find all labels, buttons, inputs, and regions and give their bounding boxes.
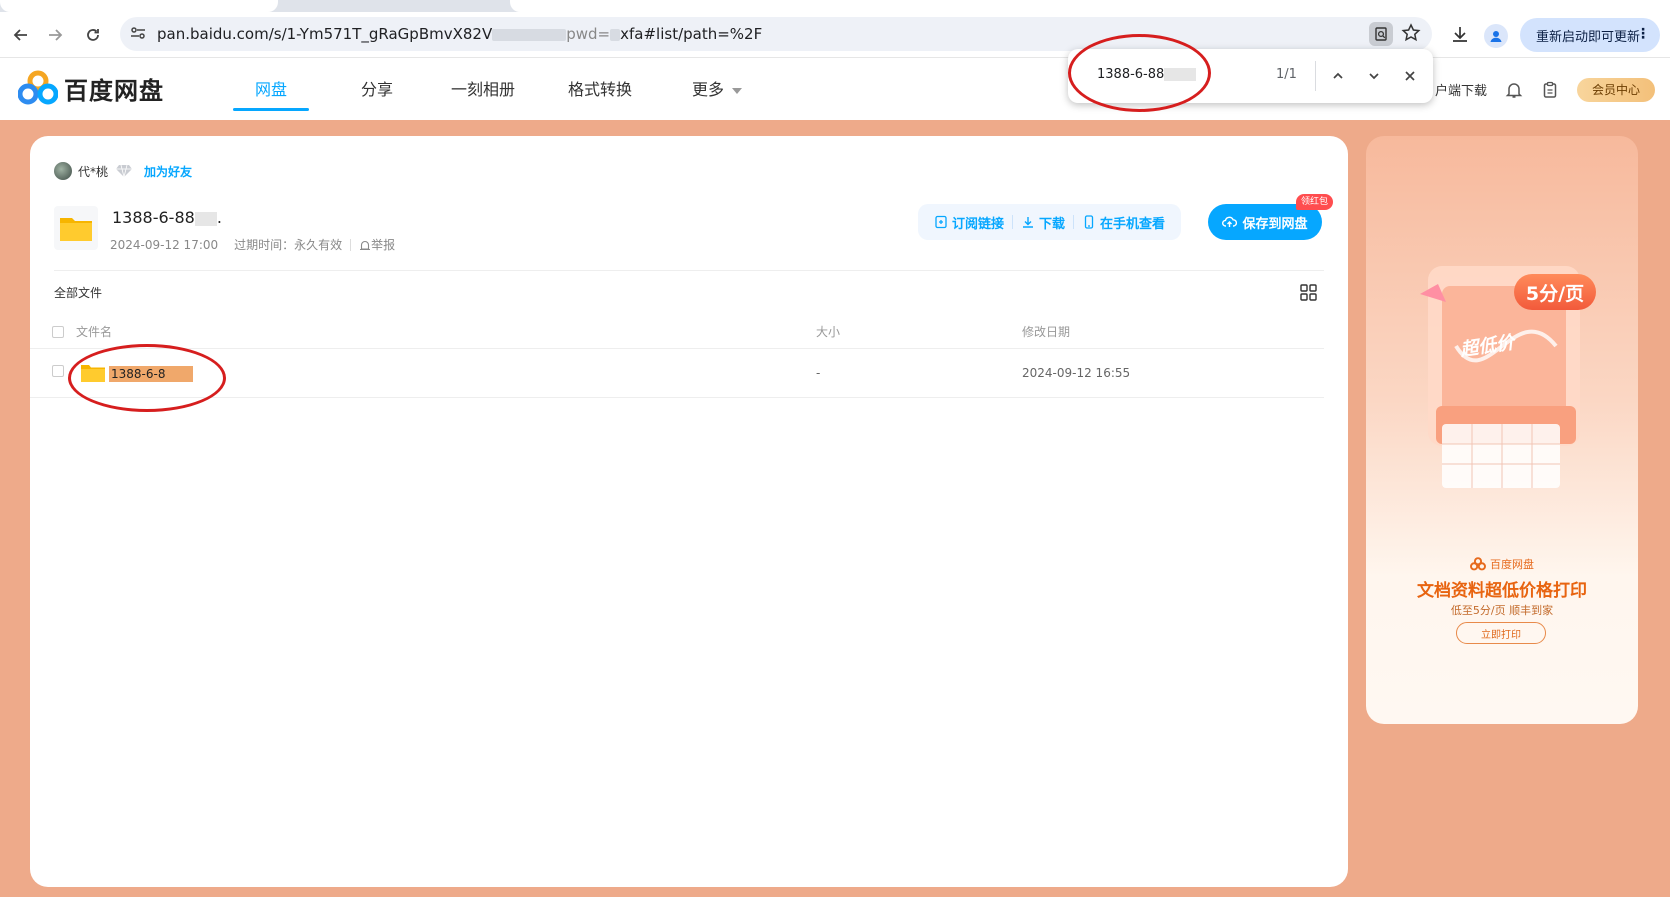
forward-button[interactable] [40,20,70,50]
select-all-checkbox[interactable] [52,326,64,338]
breadcrumb[interactable]: 全部文件 [54,284,102,301]
nav-item-share[interactable]: 分享 [319,58,435,121]
print-ad-banner[interactable]: 5分/页 超低价 百度网盘 文档资料超低价格打印 低至5分/页 顺丰到家 立即打… [1366,136,1638,724]
owner-name: 代*桃 [78,164,109,179]
file-size: - [816,366,821,380]
avatar[interactable] [54,162,72,180]
close-icon [1405,71,1415,81]
folder-icon [54,206,98,250]
find-previous-button[interactable] [1327,65,1349,87]
cloud-logo-icon [1470,557,1486,571]
print-now-button[interactable]: 立即打印 [1456,622,1546,644]
alarm-icon [360,240,371,250]
share-owner: 代*桃 加为好友 [54,162,192,180]
cloud-upload-icon [1222,216,1238,227]
header-right: 户端下载 会员中心 [1435,58,1656,121]
tab-strip [0,0,1670,12]
more-vert-icon[interactable]: ⋮ [1636,26,1650,42]
phone-icon [1084,215,1094,229]
ad-brand: 百度网盘 [1366,556,1638,572]
find-in-page-indicator[interactable] [1369,22,1393,46]
cloud-logo-icon [18,70,58,105]
column-header-size[interactable]: 大小 [816,323,840,340]
browser-tab[interactable] [0,0,278,12]
address-bar[interactable]: pan.baidu.com/s/1-Ym571T_gRaGpBmvX82V pwd… [120,17,1432,51]
browser-tab-active[interactable] [510,0,1670,12]
update-button[interactable]: 重新启动即可更新 ⋮ [1520,18,1660,52]
ad-title: 文档资料超低价格打印 [1417,581,1587,601]
subscribe-link-button[interactable]: 订阅链接 [926,213,1012,232]
url-text[interactable]: pan.baidu.com/s/1-Ym571T_gRaGpBmvX82V pwd… [157,25,762,43]
ad-price-badge: 5分/页 [1514,274,1596,310]
vip-center-button[interactable]: 会员中心 [1577,77,1656,102]
baidu-pan-logo[interactable]: 百度网盘 [18,70,164,106]
bookmark-star-icon[interactable] [1401,23,1421,43]
back-button[interactable] [6,20,36,50]
view-on-phone-button[interactable]: 在手机查看 [1074,213,1173,232]
download-button[interactable]: 下载 [1013,213,1073,232]
diamond-icon [116,164,133,178]
chevron-down-icon [732,87,742,94]
find-next-button[interactable] [1363,65,1385,87]
download-icon[interactable] [1450,24,1470,44]
add-friend-link[interactable]: 加为好友 [144,163,192,180]
nav-item-pan[interactable]: 网盘 [223,58,319,121]
client-download-link[interactable]: 户端下载 [1435,80,1487,99]
annotation-circle-find [1068,34,1211,112]
share-actions: 订阅链接 下载 在手机查看 [918,204,1182,240]
column-header-modified[interactable]: 修改日期 [1022,323,1070,340]
main-nav: 网盘 分享 一刻相册 格式转换 更多 [223,58,765,121]
bell-icon[interactable] [1505,81,1523,99]
share-expire: 过期时间：永久有效 [234,238,343,252]
ad-subtitle: 低至5分/页 顺丰到家 [1450,604,1554,617]
download-icon [1023,217,1034,228]
column-header-name[interactable]: 文件名 [76,323,112,340]
find-close-button[interactable] [1399,65,1421,87]
share-card: 代*桃 加为好友 1388-6-88. 2024-09-12 17:00 过期时… [30,136,1348,887]
site-settings-icon[interactable] [128,23,148,43]
find-match-count: 1/1 [1276,67,1297,82]
forward-arrow-icon [49,29,63,41]
clipboard-icon[interactable] [1541,81,1559,99]
share-title: 1388-6-88. [112,208,222,227]
chevron-up-icon [1333,72,1343,79]
nav-item-convert[interactable]: 格式转换 [531,58,669,121]
report-link[interactable]: 举报 [359,236,395,253]
back-arrow-icon [13,29,27,41]
file-modified-date: 2024-09-12 16:55 [1022,366,1131,380]
reload-icon [87,29,99,41]
row-checkbox[interactable] [52,365,64,377]
page-search-icon [1375,27,1387,41]
red-packet-badge[interactable]: 领红包 [1296,194,1334,210]
reload-button[interactable] [78,20,108,50]
grid-view-icon[interactable] [1300,284,1317,301]
profile-avatar[interactable] [1484,24,1508,48]
nav-item-more[interactable]: 更多 [669,58,765,121]
share-meta: 2024-09-12 17:00 过期时间：永久有效 举报 [110,236,395,253]
person-icon [1490,31,1502,42]
nav-item-album[interactable]: 一刻相册 [435,58,531,121]
subscribe-icon [935,215,947,229]
annotation-circle-file [68,344,226,412]
share-created-time: 2024-09-12 17:00 [110,237,219,252]
chevron-down-icon [1369,73,1379,80]
